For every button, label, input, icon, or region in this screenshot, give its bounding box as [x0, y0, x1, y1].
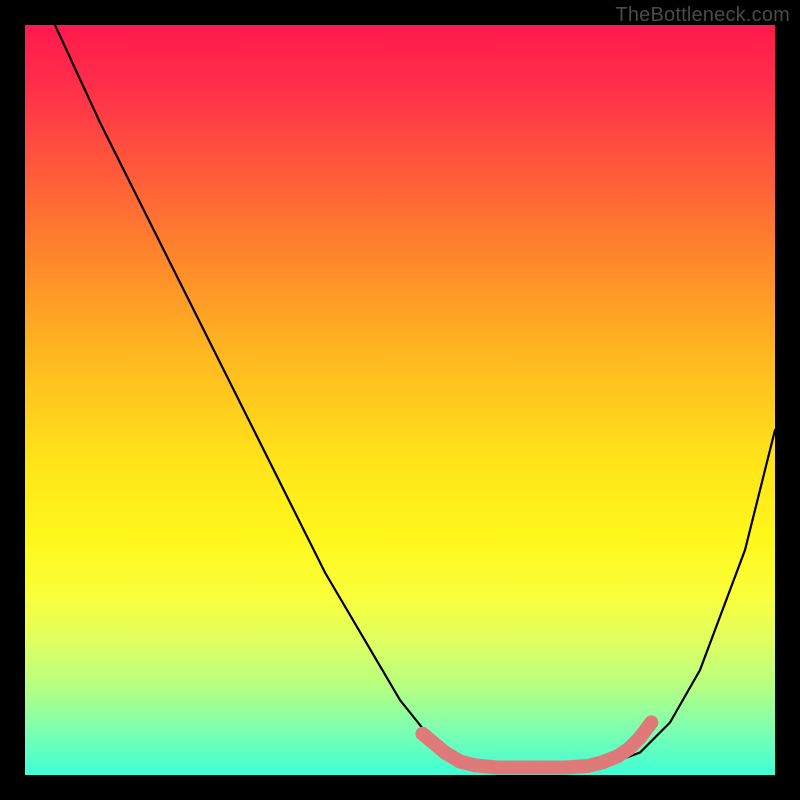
- optimal-marker: [644, 716, 658, 730]
- optimal-marker: [468, 758, 482, 772]
- optimal-marker: [558, 761, 572, 775]
- plot-area: [25, 25, 775, 775]
- optimal-marker: [416, 727, 430, 741]
- optimal-marker: [622, 742, 636, 756]
- bottleneck-curve: [55, 25, 775, 768]
- chart-frame: TheBottleneck.com: [0, 0, 800, 800]
- optimal-marker: [491, 761, 505, 775]
- optimal-marker: [453, 755, 467, 769]
- optimal-marker: [438, 746, 452, 760]
- optimal-marker: [633, 731, 647, 745]
- watermark-text: TheBottleneck.com: [615, 4, 790, 27]
- chart-svg: [25, 25, 775, 775]
- optimal-band: [416, 716, 659, 775]
- optimal-marker: [513, 761, 527, 775]
- optimal-marker: [596, 755, 610, 769]
- optimal-marker: [581, 759, 595, 773]
- optimal-marker: [536, 761, 550, 775]
